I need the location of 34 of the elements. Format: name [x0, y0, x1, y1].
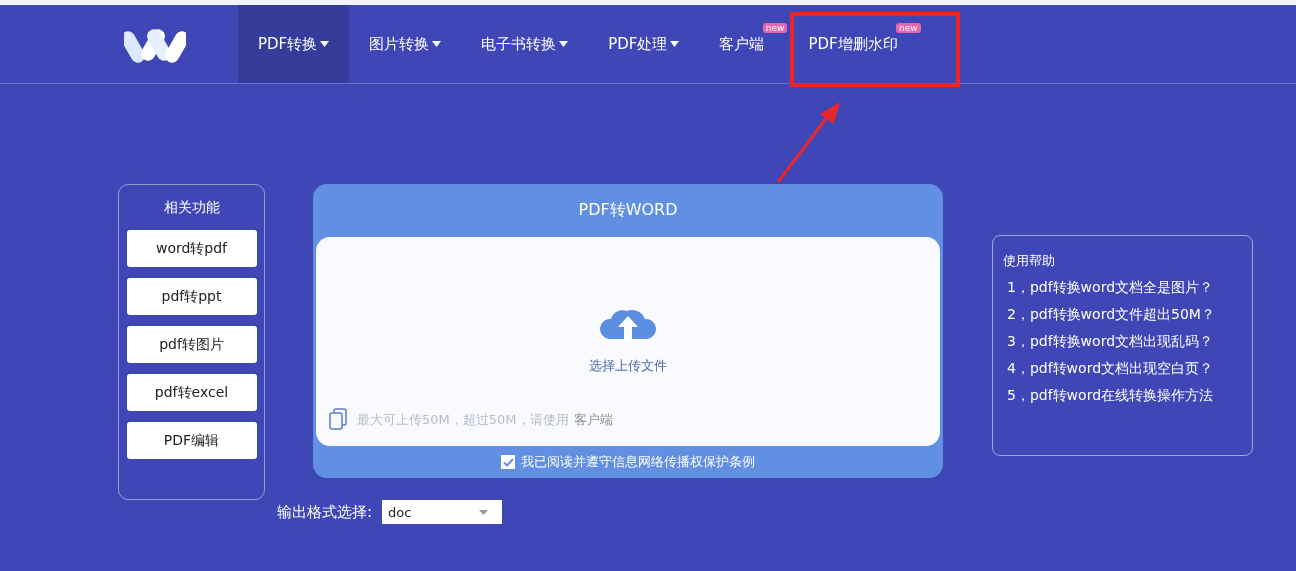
nav-tab[interactable]: PDF转换 [238, 5, 350, 83]
upload-label: 选择上传文件 [589, 357, 667, 375]
related-button[interactable]: pdf转图片 [126, 326, 257, 363]
related-button[interactable]: PDF编辑 [126, 422, 257, 459]
nav-label: PDF转换 [258, 34, 318, 54]
upload-area[interactable]: 选择上传文件 最大可上传50M，超过50M，请使用 客户端 [316, 237, 940, 446]
help-link[interactable]: 2，pdf转换word文件超出50M？ [1003, 306, 1242, 324]
agreement-checkbox[interactable] [501, 455, 515, 469]
panel-title: 使用帮助 [1003, 252, 1056, 270]
help-link[interactable]: 1，pdf转换word文档全是图片？ [1003, 279, 1242, 297]
related-button[interactable]: pdf转ppt [126, 278, 257, 315]
nav-tab[interactable]: PDF处理 [588, 5, 700, 83]
nav-label: 图片转换 [369, 34, 430, 54]
help-link[interactable]: 4，pdf转word文档出现空白页？ [1003, 360, 1242, 378]
related-button[interactable]: pdf转excel [126, 374, 257, 411]
upload-hint: 最大可上传50M，超过50M，请使用 [357, 412, 569, 427]
nav-tab[interactable]: 电子书转换 [461, 5, 589, 83]
new-badge: new [762, 23, 788, 33]
panel-title: 相关功能 [163, 199, 220, 217]
nav-label: PDF处理 [608, 34, 668, 54]
files-icon [329, 408, 347, 430]
card-title: PDF转WORD [577, 199, 679, 221]
nav-label: 客户端 [719, 34, 765, 54]
nav-label: PDF增删水印 [808, 34, 898, 54]
new-badge: new [896, 23, 921, 33]
help-link[interactable]: 5，pdf转word在线转换操作方法 [1003, 387, 1242, 405]
caret-icon [479, 509, 489, 515]
help-link[interactable]: 3，pdf转换word文档出现乱码？ [1003, 333, 1242, 351]
format-select[interactable]: doc [382, 500, 503, 524]
agreement-label: 我已阅读并遵守信息网络传播权保护条例 [521, 453, 755, 471]
format-label: 输出格式选择: [277, 502, 373, 522]
nav-label: 电子书转换 [481, 34, 557, 54]
related-button[interactable]: word转pdf [126, 230, 257, 267]
nav-tab[interactable]: 图片转换 [349, 5, 462, 83]
